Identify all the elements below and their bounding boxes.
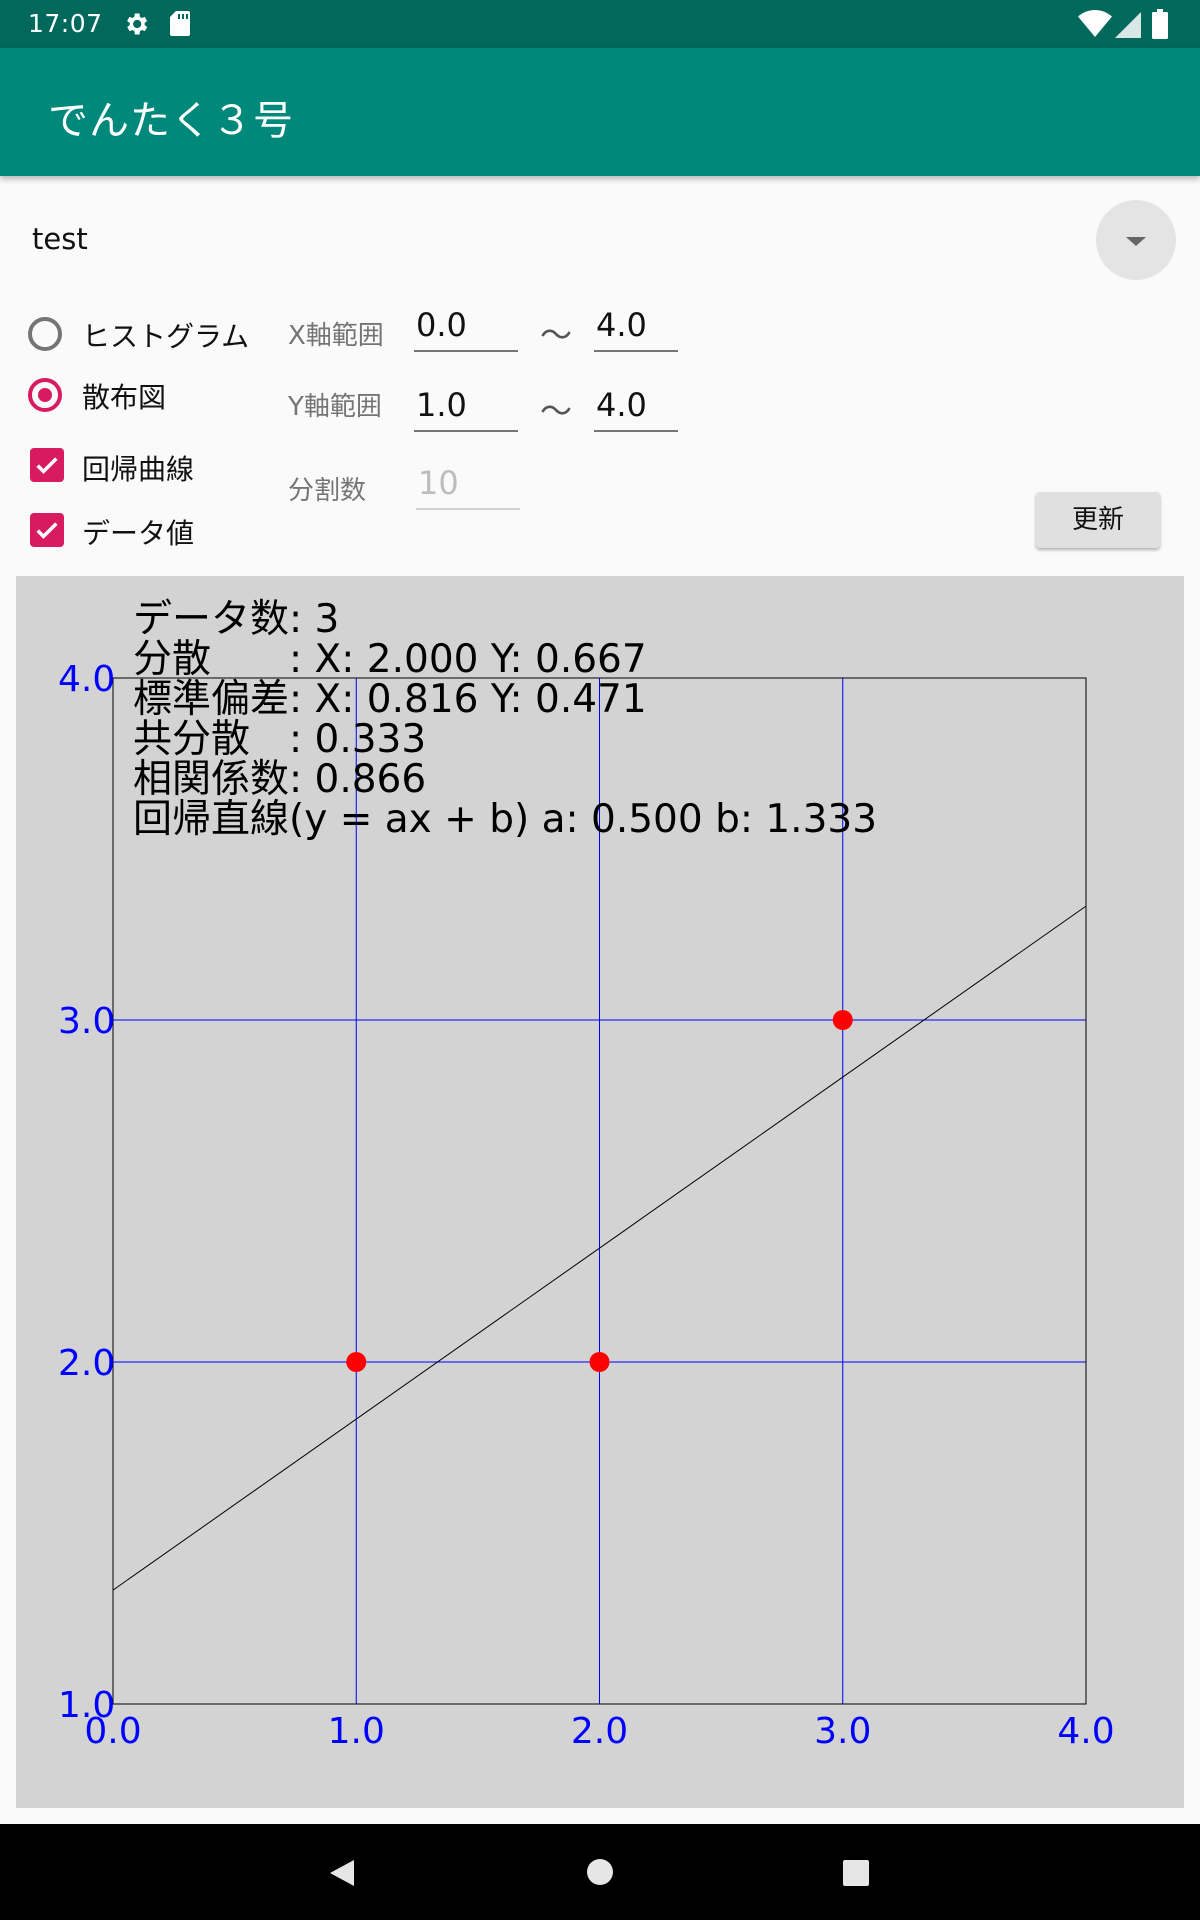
stats-covariance: 共分散 : 0.333: [133, 717, 426, 762]
scatter-radio[interactable]: [28, 378, 62, 412]
status-bar: 17:07: [0, 0, 1200, 48]
home-icon[interactable]: [586, 1858, 614, 1886]
navigation-bar: [0, 1824, 1200, 1920]
signal-icon: [1115, 12, 1141, 38]
y-tick-label: 2.0: [58, 1343, 115, 1384]
stats-correlation: 相関係数: 0.866: [133, 757, 426, 802]
y-range-separator: ～: [540, 392, 573, 430]
status-time: 17:07: [28, 9, 103, 38]
data-point: [832, 1010, 853, 1030]
app-bar: でんたく３号: [0, 48, 1200, 176]
scatter-chart-panel: 0.0 1.0 2.0 3.0 4.0 1.0 2.0 3.0 4.0 データ数: 3 分散 :…: [16, 576, 1184, 1808]
stats-std-dev: 標準偏差: X: 0.816 Y: 0.471: [133, 677, 647, 722]
histogram-radio[interactable]: [28, 317, 62, 351]
check-icon: [36, 522, 58, 539]
scatter-label[interactable]: 散布図: [82, 376, 166, 416]
x-tick-label: 1.0: [328, 1711, 385, 1752]
check-icon: [36, 457, 58, 474]
dataset-dropdown-button[interactable]: [1096, 200, 1176, 280]
histogram-label[interactable]: ヒストグラム: [82, 315, 249, 355]
x-min-input[interactable]: 0.0: [414, 302, 518, 352]
stats-variance: 分散 : X: 2.000 Y: 0.667: [133, 637, 647, 682]
sd-card-icon: [170, 11, 190, 36]
gear-icon: [127, 13, 148, 35]
y-range-label: Y軸範囲: [288, 392, 382, 422]
x-range-label: X軸範囲: [288, 321, 384, 351]
y-min-input[interactable]: 1.0: [414, 382, 518, 432]
back-icon[interactable]: [328, 1858, 356, 1888]
y-tick-label: 4.0: [58, 659, 115, 700]
battery-icon: [1152, 9, 1168, 39]
stats-regression: 回帰直線(y = ax + b) a: 0.500 b: 1.333: [133, 797, 877, 842]
data-values-label[interactable]: データ値: [82, 512, 194, 552]
divisions-label: 分割数: [288, 476, 367, 506]
wifi-icon: [1078, 10, 1112, 37]
data-point: [589, 1352, 610, 1372]
x-tick-label: 4.0: [1057, 1711, 1114, 1752]
scatter-chart: 0.0 1.0 2.0 3.0 4.01.02.03.04.0 データ数: 3 分散 :…: [58, 597, 1115, 1752]
stats-data-count: データ数: 3: [133, 597, 339, 642]
x-tick-label: 3.0: [814, 1711, 871, 1752]
x-tick-label: 2.0: [571, 1711, 628, 1752]
update-button[interactable]: 更新: [1036, 492, 1160, 548]
data-point: [346, 1352, 367, 1372]
app-title: でんたく３号: [48, 98, 294, 144]
recents-icon[interactable]: [842, 1859, 870, 1887]
dataset-selector-value[interactable]: test: [32, 222, 88, 256]
y-tick-label: 1.0: [58, 1685, 115, 1726]
divisions-input: 10: [416, 460, 520, 510]
y-max-input[interactable]: 4.0: [594, 382, 678, 432]
regression-curve-checkbox[interactable]: [30, 448, 64, 482]
regression-curve-label[interactable]: 回帰曲線: [82, 448, 194, 488]
x-max-input[interactable]: 4.0: [594, 302, 678, 352]
data-values-checkbox[interactable]: [30, 513, 64, 547]
x-range-separator: ～: [540, 316, 573, 354]
y-tick-label: 3.0: [58, 1001, 115, 1042]
